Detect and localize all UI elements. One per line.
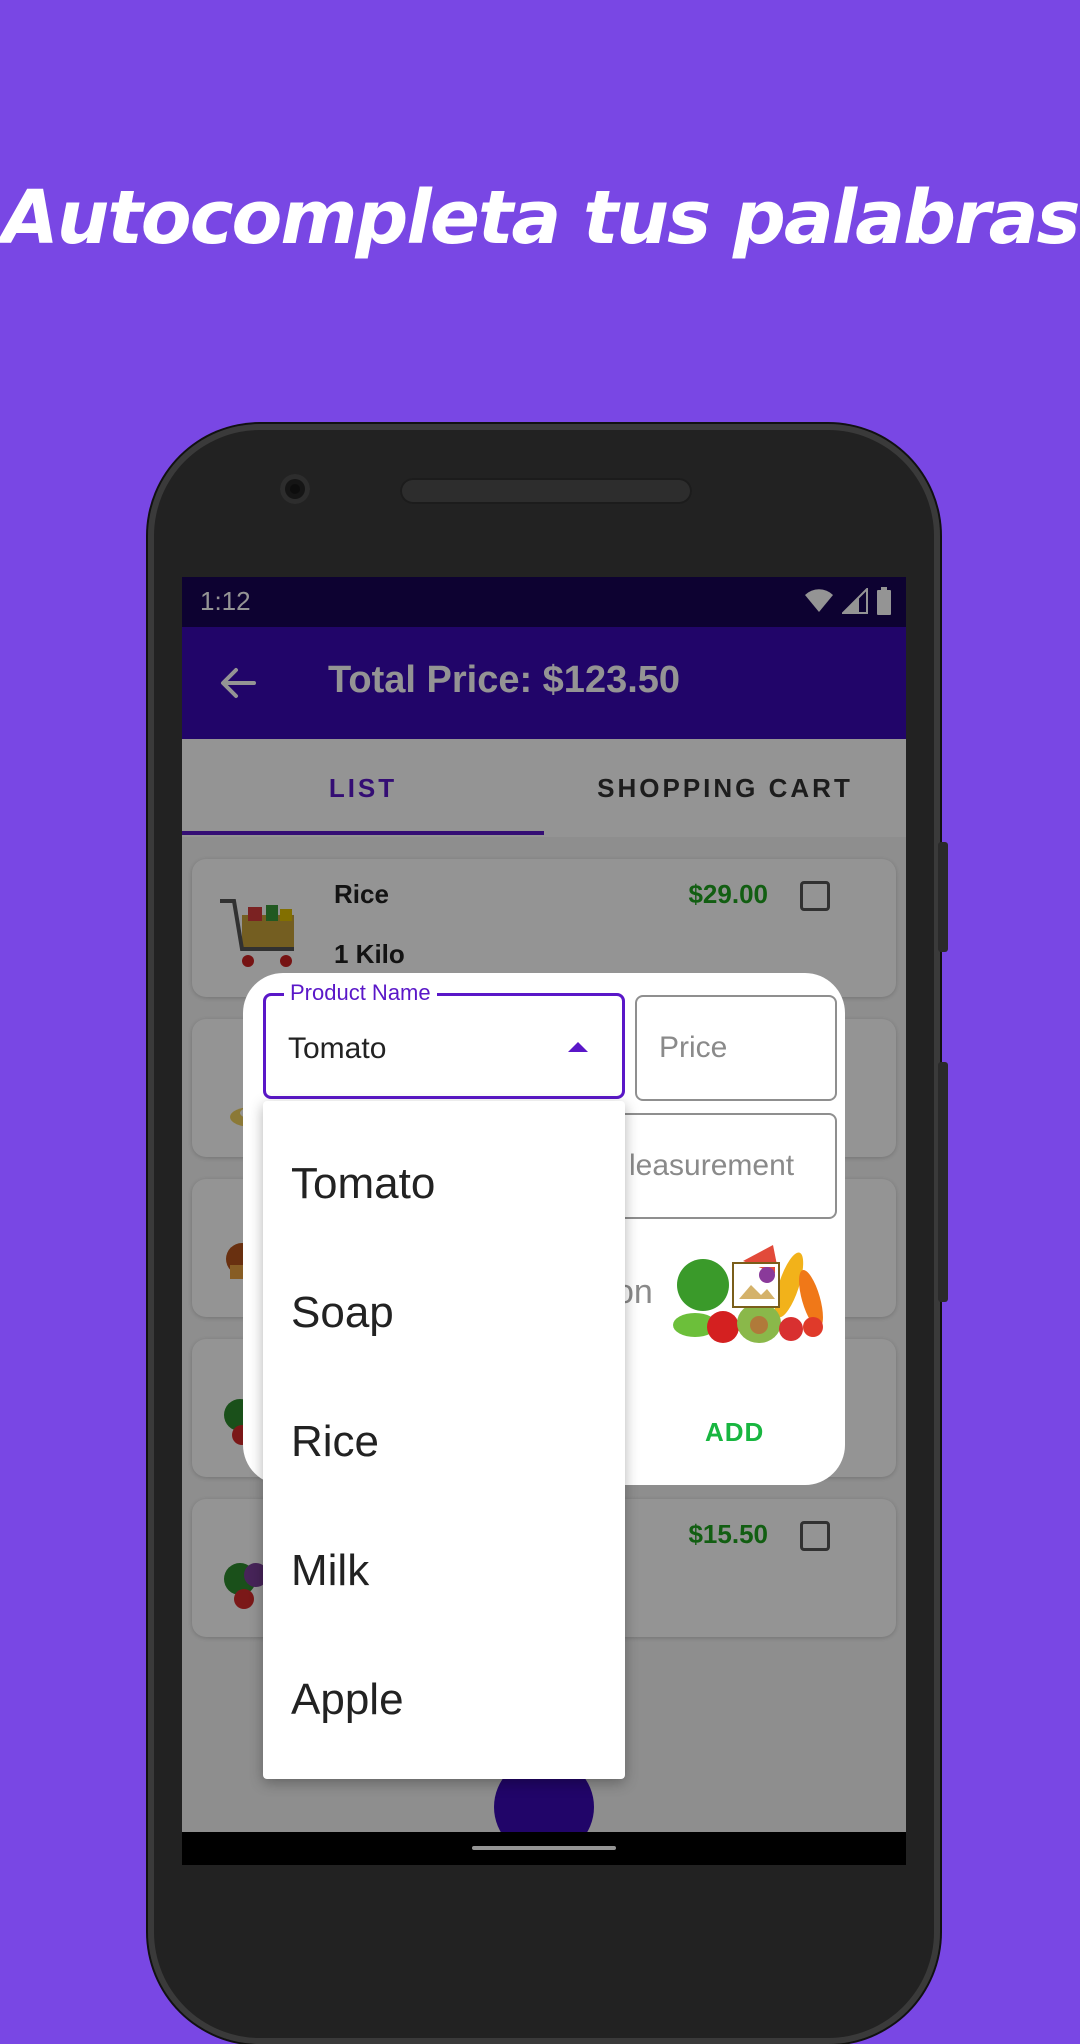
add-button[interactable]: ADD <box>705 1417 764 1448</box>
dropdown-arrow-up-icon[interactable] <box>568 1042 588 1052</box>
product-name-label: Product Name <box>284 980 437 1006</box>
price-field[interactable]: Price <box>635 995 837 1101</box>
phone-screen: 1:12 Total Price: $123.50 LIST SHOPPING … <box>182 577 906 1865</box>
dropdown-option-apple[interactable]: Apple <box>291 1675 404 1725</box>
dropdown-option-tomato[interactable]: Tomato <box>291 1159 435 1209</box>
autocomplete-dropdown: Tomato Soap Rice Milk Apple <box>263 1101 625 1779</box>
dropdown-option-milk[interactable]: Milk <box>291 1546 369 1596</box>
dropdown-option-rice[interactable]: Rice <box>291 1417 379 1467</box>
earpiece-speaker <box>400 478 692 504</box>
product-name-field[interactable]: Product Name Tomato <box>263 980 625 1099</box>
phone-side-button-power <box>938 842 948 952</box>
headline: Autocompleta tus palabras <box>1 175 1080 261</box>
price-placeholder: Price <box>659 1031 728 1064</box>
front-camera <box>280 474 310 504</box>
vegetables-icon-image[interactable] <box>673 1241 831 1349</box>
measurement-placeholder: leasurement <box>629 1149 795 1182</box>
phone-side-button-volume <box>938 1062 948 1302</box>
product-name-value: Tomato <box>288 1032 387 1065</box>
dropdown-option-soap[interactable]: Soap <box>291 1288 394 1338</box>
